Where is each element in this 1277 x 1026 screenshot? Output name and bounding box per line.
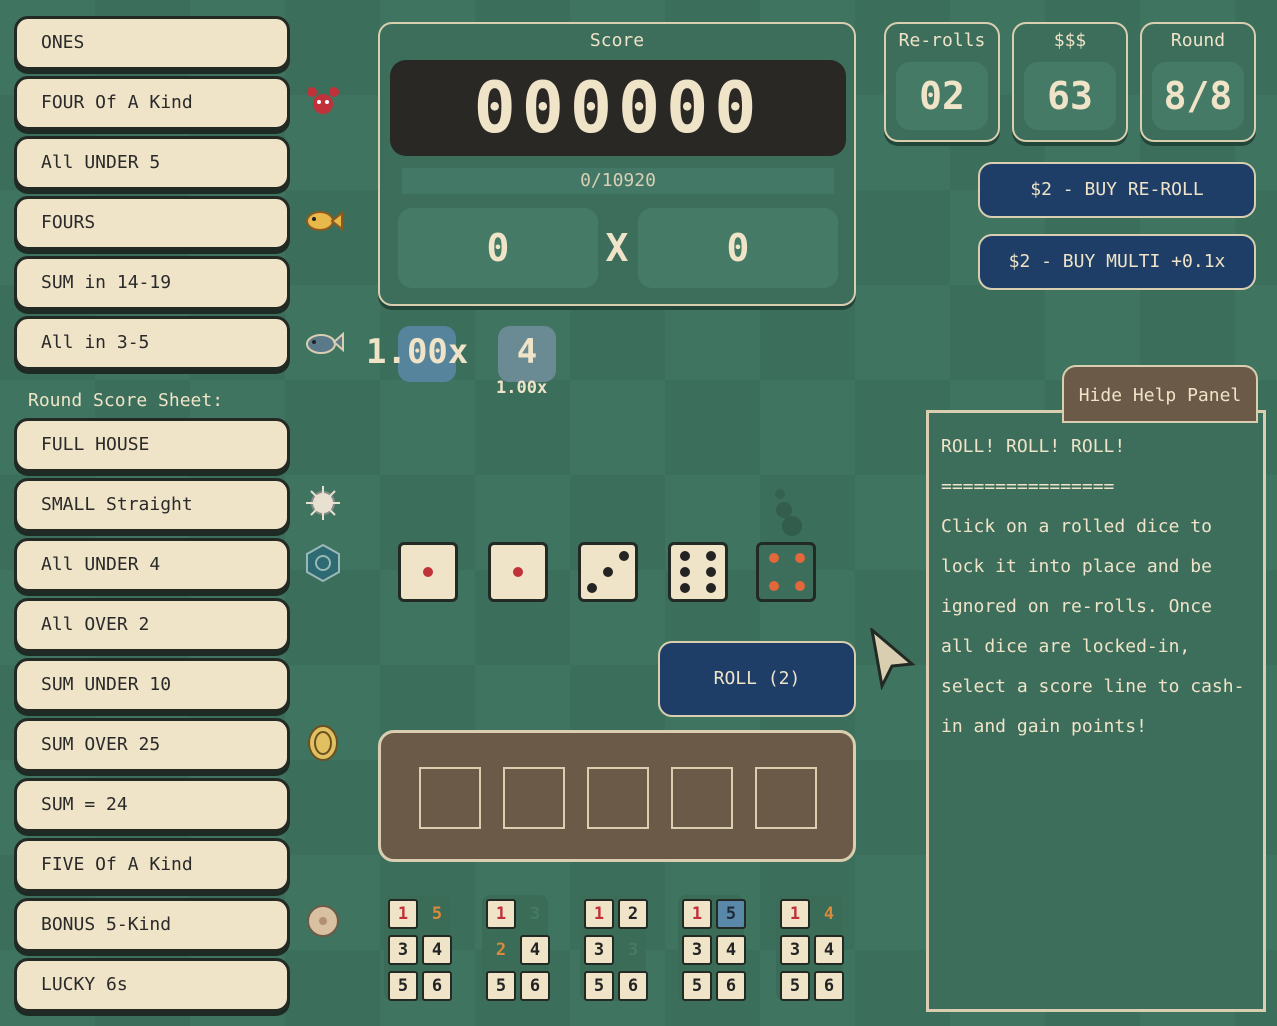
round-score-sheet-label: Round Score Sheet: (28, 390, 224, 411)
sand-dollar-icon (302, 900, 344, 942)
face-set-5: 1 4 3 4 5 6 (776, 895, 844, 1001)
score-line-full-house[interactable]: FULL HOUSE (14, 418, 290, 472)
score-panel: Score 000000 0/10920 0 X 0 (378, 22, 856, 306)
whale-icon (302, 320, 344, 362)
face: 1 (584, 899, 614, 929)
face: 5 (486, 971, 516, 1001)
die-4[interactable] (668, 542, 728, 602)
money-value: 63 (1024, 62, 1116, 130)
score-target: 0/10920 (402, 168, 834, 194)
help-body: Click on a rolled dice to lock it into p… (941, 516, 1245, 737)
face: 1 (780, 899, 810, 929)
face: 4 (823, 904, 835, 924)
tray-slot-1[interactable] (419, 767, 481, 829)
face: 6 (716, 971, 746, 1001)
face: 5 (780, 971, 810, 1001)
rerolls-value: 02 (896, 62, 988, 130)
help-panel: ROLL! ROLL! ROLL! ================ Click… (926, 410, 1266, 1012)
face: 5 (388, 971, 418, 1001)
tray-slot-5[interactable] (755, 767, 817, 829)
die-1[interactable] (398, 542, 458, 602)
times-sign: X (605, 226, 629, 270)
rerolls-title: Re-rolls (898, 30, 986, 51)
face: 1 (388, 899, 418, 929)
die-2[interactable] (488, 542, 548, 602)
score-line-sum-over-25[interactable]: SUM OVER 25 (14, 718, 290, 772)
score-line-small-straight[interactable]: SMALL Straight (14, 478, 290, 532)
tray-slot-4[interactable] (671, 767, 733, 829)
score-line-all-3-5[interactable]: All in 3-5 (14, 316, 290, 370)
score-line-all-under-5[interactable]: All UNDER 5 (14, 136, 290, 190)
face: 6 (618, 971, 648, 1001)
multiplier-points: 0 (638, 208, 838, 288)
face: 5 (716, 899, 746, 929)
score-line-sum-24[interactable]: SUM = 24 (14, 778, 290, 832)
face: 5 (682, 971, 712, 1001)
face: 5 (584, 971, 614, 1001)
money-stat: $$$ 63 (1012, 22, 1128, 142)
face: 4 (814, 935, 844, 965)
rerolls-stat: Re-rolls 02 (884, 22, 1000, 142)
face: 3 (584, 935, 614, 965)
buy-multi-button[interactable]: $2 - BUY MULTI +0.1x (978, 234, 1256, 290)
score-digits: 000000 (390, 60, 846, 156)
help-title: ROLL! ROLL! ROLL! (941, 436, 1126, 457)
hide-help-panel-button[interactable]: Hide Help Panel (1062, 365, 1258, 423)
dice-tray (378, 730, 856, 862)
score-line-fours[interactable]: FOURS (14, 196, 290, 250)
multiplier-value: 1.00x (366, 332, 469, 372)
dice-count-value: 4 (516, 332, 538, 372)
die-5-burning[interactable] (756, 542, 816, 602)
roll-button[interactable]: ROLL (2) (658, 641, 856, 717)
face: 2 (618, 899, 648, 929)
buy-reroll-button[interactable]: $2 - BUY RE-ROLL (978, 162, 1256, 218)
smoke-effect (770, 464, 802, 540)
score-line-sum-14-19[interactable]: SUM in 14-19 (14, 256, 290, 310)
dice-count-sub: 1.00x (496, 378, 548, 398)
face: 4 (422, 935, 452, 965)
face: 4 (716, 935, 746, 965)
face-set-3: 1 2 3 3 5 6 (580, 895, 648, 1001)
face: 6 (520, 971, 550, 1001)
round-value: 8/8 (1152, 62, 1244, 130)
base-points: 0 (398, 208, 598, 288)
face-set-2: 1 3 2 4 5 6 (482, 895, 550, 1001)
score-line-lucky-6s[interactable]: LUCKY 6s (14, 958, 290, 1012)
score-line-four-of-a-kind[interactable]: FOUR Of A Kind (14, 76, 290, 130)
round-title: Round (1170, 30, 1226, 51)
pointer-cursor-icon (868, 626, 918, 694)
score-line-ones[interactable]: ONES (14, 16, 290, 70)
tray-slot-3[interactable] (587, 767, 649, 829)
money-title: $$$ (1053, 30, 1087, 51)
score-line-all-under-4[interactable]: All UNDER 4 (14, 538, 290, 592)
face: 3 (780, 935, 810, 965)
face: 1 (486, 899, 516, 929)
face: 4 (520, 935, 550, 965)
face-set-1: 1 5 3 4 5 6 (384, 895, 452, 1001)
urchin-icon (302, 482, 344, 524)
score-line-bonus-5-kind[interactable]: BONUS 5-Kind (14, 898, 290, 952)
die-3[interactable] (578, 542, 638, 602)
face: 1 (682, 899, 712, 929)
face: 6 (814, 971, 844, 1001)
face: 3 (627, 940, 639, 960)
score-line-all-over-2[interactable]: All OVER 2 (14, 598, 290, 652)
face: 3 (529, 904, 541, 924)
shell-icon (302, 542, 344, 584)
face-set-4: 1 5 3 4 5 6 (678, 895, 746, 1001)
face: 5 (431, 904, 443, 924)
face: 2 (495, 940, 507, 960)
crab-icon (302, 80, 344, 122)
coin-icon (302, 722, 344, 764)
fish-icon (302, 200, 344, 242)
help-rule: ================ (941, 476, 1115, 497)
face: 6 (422, 971, 452, 1001)
score-title: Score (589, 30, 645, 51)
tray-slot-2[interactable] (503, 767, 565, 829)
round-stat: Round 8/8 (1140, 22, 1256, 142)
score-line-sum-under-10[interactable]: SUM UNDER 10 (14, 658, 290, 712)
score-line-five-of-a-kind[interactable]: FIVE Of A Kind (14, 838, 290, 892)
face: 3 (388, 935, 418, 965)
face: 3 (682, 935, 712, 965)
